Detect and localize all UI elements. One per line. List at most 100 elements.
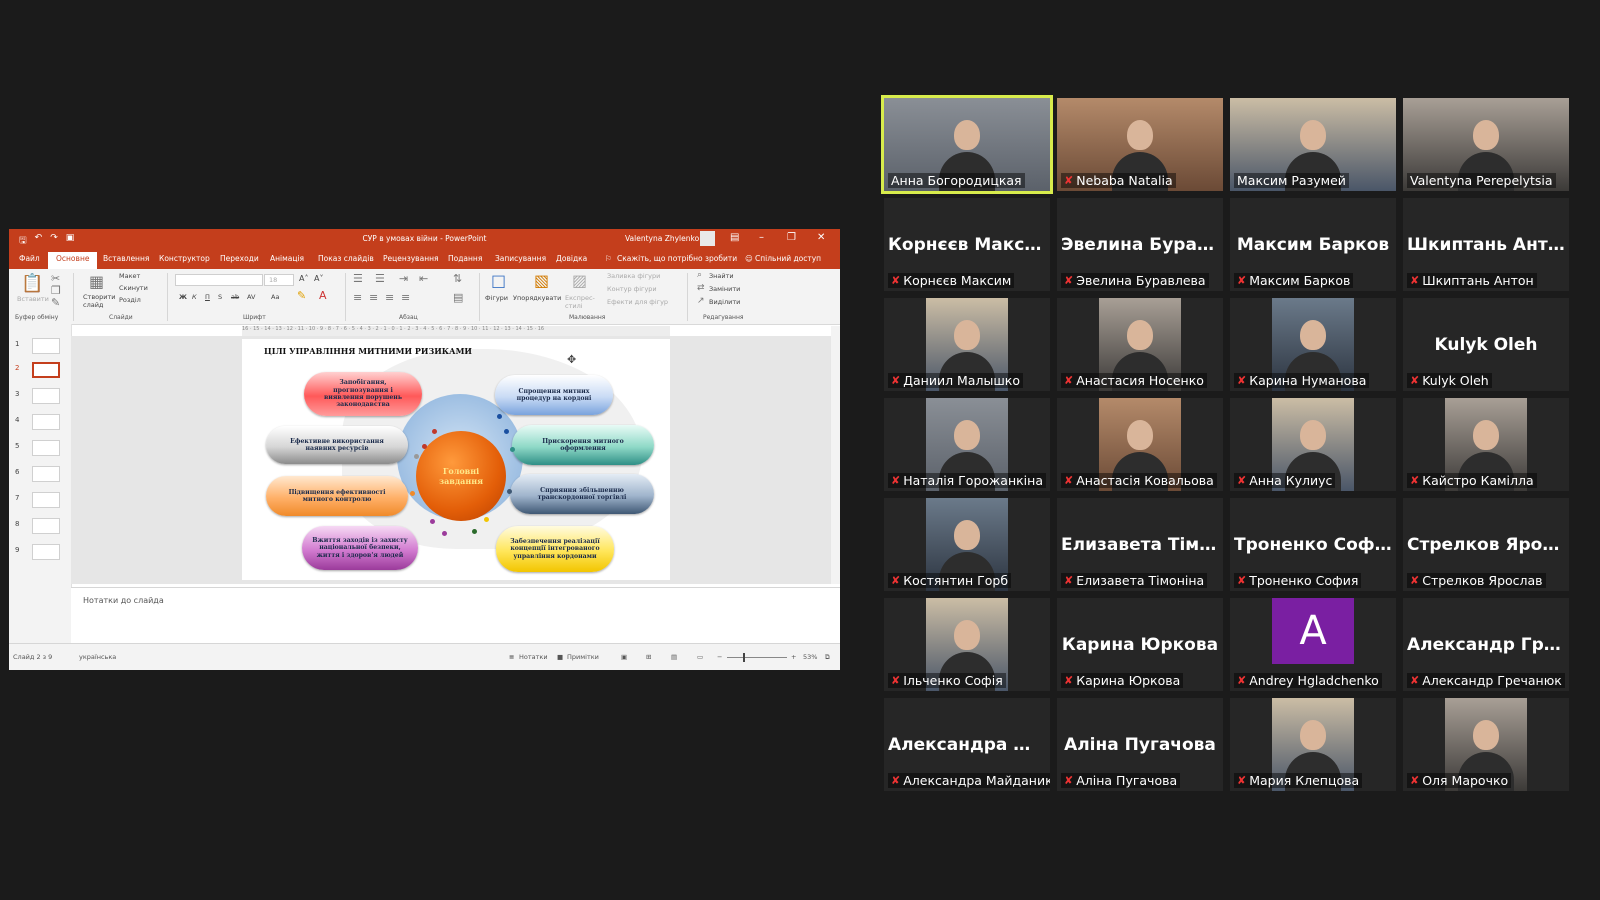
tab-view[interactable]: Подання [448,254,482,263]
tab-slideshow[interactable]: Показ слайдів [318,254,374,263]
replace-button[interactable]: Замінити [709,285,740,293]
shadow-button[interactable]: S [218,293,222,301]
shape-effects-button[interactable]: Ефекти для фігур [607,298,668,306]
find-button[interactable]: Знайти [709,272,734,280]
goal-pill-efficiency[interactable]: Підвищення ефективності митного контролю [266,476,408,516]
minimize-icon[interactable]: – [759,232,764,243]
slide-sorter-icon[interactable]: ⊞ [646,653,651,661]
arrange-button[interactable]: Упорядкувати [513,294,561,302]
participant-tile[interactable]: Максим Барков ✘ Максим Барков [1230,198,1396,291]
participant-tile[interactable]: Карина Юркова ✘ Карина Юркова [1057,598,1223,691]
char-spacing-button[interactable]: AV [247,293,255,301]
align-center-icon[interactable]: ≡ [369,291,378,304]
participant-tile[interactable]: Александра Ма... ✘ Александра Майданик [884,698,1050,791]
bullets-icon[interactable]: ☰ [353,272,363,285]
slide-title[interactable]: ЦІЛІ УПРАВЛІННЯ МИТНИМИ РИЗИКАМИ [264,346,472,356]
participant-tile[interactable]: ✘ Наталія Горожанкіна [884,398,1050,491]
grow-font-icon[interactable]: A˄ [299,274,308,283]
tab-insert[interactable]: Вставлення [103,254,149,263]
participant-tile[interactable]: ✘ Костянтин Горб [884,498,1050,591]
format-painter-icon[interactable]: ✎ [51,296,60,309]
goal-pill-resources[interactable]: Ефективне використання наявних ресурсів [266,426,408,464]
select-button[interactable]: Виділити [709,298,740,306]
reading-view-icon[interactable]: ▤ [671,653,677,661]
shape-fill-button[interactable]: Заливка фігури [607,272,660,280]
new-slide-button[interactable]: Створити слайд [83,293,116,309]
maximize-icon[interactable]: ❐ [787,232,796,243]
tab-transitions[interactable]: Переходи [220,254,259,263]
participant-tile[interactable]: ✘ Анастасия Носенко [1057,298,1223,391]
participant-tile[interactable]: ✘ Анна Кулиус [1230,398,1396,491]
font-family-field[interactable] [175,274,263,286]
current-slide[interactable]: ЦІЛІ УПРАВЛІННЯ МИТНИМИ РИЗИКАМИ Головні… [242,339,670,580]
paste-icon[interactable]: 📋 [21,273,43,294]
user-avatar[interactable] [700,231,715,246]
tab-home[interactable]: Основне [48,252,98,269]
vertical-scrollbar[interactable] [831,326,840,584]
section-button[interactable]: Розділ [119,296,141,304]
participant-tile[interactable]: ✘ Оля Марочко [1403,698,1569,791]
participant-tile[interactable]: ✘ Кайстро Камілла [1403,398,1569,491]
tab-record[interactable]: Записування [495,254,546,263]
language-indicator[interactable]: українська [79,653,116,661]
fit-slide-icon[interactable]: ⧉ [825,653,830,662]
outdent-icon[interactable]: ⇤ [419,272,428,285]
shape-outline-button[interactable]: Контур фігури [607,285,657,293]
text-direction-icon[interactable]: ⇅ [453,272,462,285]
italic-button[interactable]: К [192,293,197,301]
tab-animation[interactable]: Анімація [270,254,304,263]
share-button[interactable]: Спільний доступ [755,254,821,263]
bold-button[interactable]: Ж [179,293,187,301]
smartart-icon[interactable]: ▤ [453,291,463,304]
underline-button[interactable]: П [205,293,210,301]
zoom-slider[interactable] [727,657,787,658]
participant-tile[interactable]: Троненко София ✘ Троненко София [1230,498,1396,591]
layout-button[interactable]: Макет [119,272,140,280]
participant-tile[interactable]: ✘ Ільченко Софія [884,598,1050,691]
participant-tile[interactable]: Эвелина Бурав... ✘ Эвелина Буравлева [1057,198,1223,291]
presentation-view-icon[interactable]: ▭ [697,653,703,661]
center-circle[interactable]: Головні завдання [416,431,506,521]
zoom-in-icon[interactable]: + [791,653,796,661]
font-size-field[interactable]: 18 [264,274,294,286]
participant-tile[interactable]: Аліна Пугачова ✘ Аліна Пугачова [1057,698,1223,791]
quick-styles-icon[interactable]: ▨ [572,271,587,290]
goal-pill-border-management[interactable]: Забезпечення реалізації концепції інтегр… [496,526,614,572]
participant-tile[interactable]: ✘ Nebaba Natalia [1057,98,1223,191]
participant-tile[interactable]: Стрелков Ярос... ✘ Стрелков Ярослав [1403,498,1569,591]
goal-pill-acceleration[interactable]: Прискорення митного оформлення [512,425,654,465]
normal-view-icon[interactable]: ▣ [621,653,627,661]
participant-tile[interactable]: Александр Гре... ✘ Александр Гречанюк [1403,598,1569,691]
participant-tile[interactable]: A ✘ Andrey Hgladchenko [1230,598,1396,691]
participant-tile[interactable]: Максим Разумей [1230,98,1396,191]
zoom-slider-handle[interactable] [743,653,745,662]
participant-tile[interactable]: Valentyna Perepelytsia [1403,98,1569,191]
notes-toggle[interactable]: Нотатки [519,653,548,661]
change-case-button[interactable]: Aa [271,293,279,301]
tab-review[interactable]: Рецензування [383,254,439,263]
shapes-icon[interactable]: □ [491,271,506,290]
participant-tile[interactable]: Kulyk Oleh ✘ Kulyk Oleh [1403,298,1569,391]
goal-pill-security[interactable]: Вжиття заходів із захисту національної б… [302,526,418,570]
tab-design[interactable]: Конструктор [159,254,210,263]
tab-file[interactable]: Файл [19,254,40,263]
participant-tile[interactable]: Елизавета Тімо... ✘ Елизавета Тімоніна [1057,498,1223,591]
align-right-icon[interactable]: ≡ [385,291,394,304]
participant-tile[interactable]: ✘ Карина Нуманова [1230,298,1396,391]
ribbon-display-icon[interactable]: ▤ [730,232,739,243]
goal-pill-simplification[interactable]: Спрощення митних процедур на кордоні [495,375,613,415]
numbering-icon[interactable]: ☰ [375,272,385,285]
participant-tile[interactable]: ✘ Мария Клепцова [1230,698,1396,791]
reset-button[interactable]: Скинути [119,284,148,292]
tab-help[interactable]: Довідка [556,254,587,263]
tell-me-search[interactable]: Скажіть, що потрібно зробити [617,254,737,263]
zoom-out-icon[interactable]: − [717,653,722,661]
new-slide-icon[interactable]: ▦ [89,272,104,291]
notes-pane[interactable]: Нотатки до слайда [71,587,840,644]
participant-tile[interactable]: Анна Богородицкая [881,95,1053,194]
shrink-font-icon[interactable]: A˅ [314,274,323,283]
close-icon[interactable]: ✕ [817,232,825,243]
paste-button[interactable]: Вставити [17,295,49,303]
goal-pill-trade[interactable]: Сприяння збільшенню транскордонної торгі… [510,474,654,514]
comments-toggle[interactable]: Примітки [567,653,599,661]
